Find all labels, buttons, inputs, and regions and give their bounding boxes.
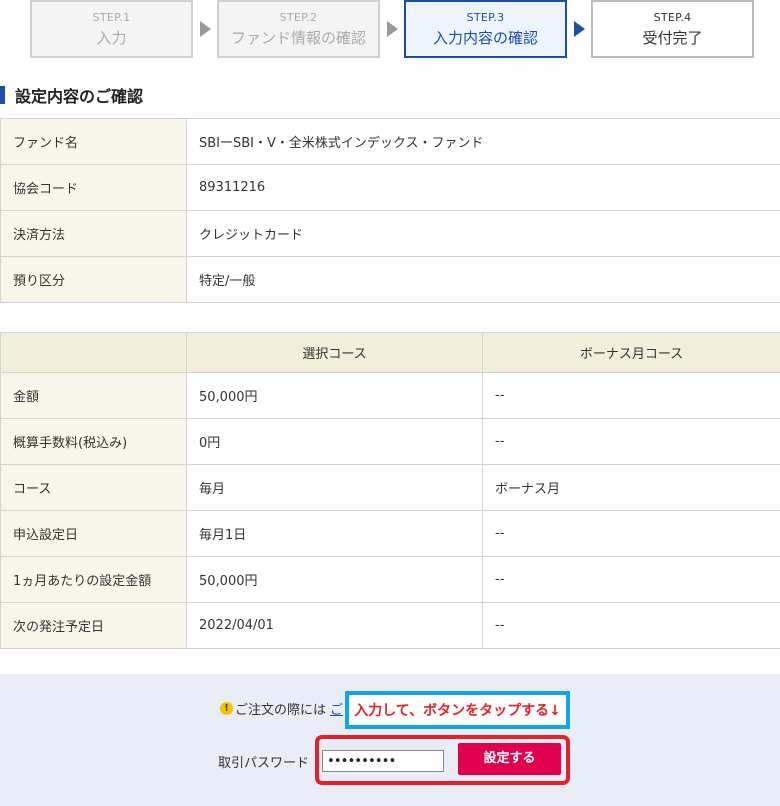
table-header-row: 選択コース ボーナス月コース [0,332,780,373]
row-selected-value: 50,000円 [186,372,483,419]
course-table: 選択コース ボーナス月コース 金額 50,000円 -- 概算手数料(税込み) … [0,332,780,649]
table-row: 預り区分 特定/一般 [0,256,780,303]
payment-method-label: 決済方法 [0,210,187,257]
table-row: 協会コード 89311216 [0,164,780,211]
step-arrow-icon [387,21,398,37]
table-row: 次の発注予定日 2022/04/01 -- [0,602,780,649]
step-3-label: 入力内容の確認 [432,29,538,47]
step-1-number: STEP.1 [92,11,131,24]
row-bonus-value: -- [482,510,780,557]
table-row: ファンド名 SBIーSBI・V・全米株式インデックス・ファンド [0,118,780,165]
order-notice: ! ご注文の際には ご [220,699,343,718]
row-label: 金額 [0,372,187,419]
instruction-callout: 入力して、ボタンをタップする↓ [345,691,570,729]
fund-name-value: SBIーSBI・V・全米株式インデックス・ファンド [186,118,780,165]
table-row: コース 毎月 ボーナス月 [0,464,780,511]
step-4: STEP.4 受付完了 [591,0,754,58]
table-row: 1ヵ月あたりの設定金額 50,000円 -- [0,556,780,603]
notice-link[interactable]: ご [330,699,343,718]
order-form-area: ! ご注文の際には ご 入力して、ボタンをタップする↓ 取引パスワード 設定する [0,674,780,806]
notice-text: ご注文の際には [235,703,327,718]
header-bonus-course: ボーナス月コース [482,332,780,373]
step-indicator: STEP.1 入力 STEP.2 ファンド情報の確認 STEP.3 入力内容の確… [30,0,780,58]
row-selected-value: 0円 [186,418,483,465]
fund-info-table: ファンド名 SBIーSBI・V・全米株式インデックス・ファンド 協会コード 89… [0,118,780,303]
section-title: 設定内容のご確認 [15,87,144,106]
row-label: 概算手数料(税込み) [0,418,187,465]
password-label: 取引パスワード [218,756,310,771]
fund-name-label: ファンド名 [0,118,187,165]
step-2-number: STEP.2 [279,11,318,24]
step-3-number: STEP.3 [466,11,505,24]
custody-label: 預り区分 [0,256,187,303]
table-row: 金額 50,000円 -- [0,372,780,419]
header-selected-course: 選択コース [186,332,483,373]
section-heading: 設定内容のご確認 [0,84,143,106]
submit-button[interactable]: 設定する [458,743,561,775]
row-label: 次の発注予定日 [0,602,187,649]
step-4-number: STEP.4 [653,11,692,24]
row-selected-value: 毎月 [186,464,483,511]
step-1: STEP.1 入力 [30,0,193,58]
step-3: STEP.3 入力内容の確認 [404,0,567,58]
step-arrow-icon [574,21,585,37]
association-code-label: 協会コード [0,164,187,211]
header-empty [0,332,187,373]
row-selected-value: 50,000円 [186,556,483,603]
row-label: コース [0,464,187,511]
row-bonus-value: -- [482,556,780,603]
table-row: 申込設定日 毎月1日 -- [0,510,780,557]
row-label: 申込設定日 [0,510,187,557]
row-label: 1ヵ月あたりの設定金額 [0,556,187,603]
step-1-label: 入力 [96,29,127,47]
row-bonus-value: -- [482,602,780,649]
payment-method-value: クレジットカード [186,210,780,257]
password-input[interactable] [322,750,444,772]
warning-icon: ! [220,702,233,715]
step-arrow-icon [200,21,211,37]
row-selected-value: 毎月1日 [186,510,483,557]
custody-value: 特定/一般 [186,256,780,303]
table-row: 概算手数料(税込み) 0円 -- [0,418,780,465]
row-selected-value: 2022/04/01 [186,602,483,649]
table-row: 決済方法 クレジットカード [0,210,780,257]
step-4-label: 受付完了 [642,29,703,47]
step-2-label: ファンド情報の確認 [230,29,366,47]
row-bonus-value: -- [482,372,780,419]
association-code-value: 89311216 [186,164,780,211]
heading-bar [0,86,5,104]
row-bonus-value: ボーナス月 [482,464,780,511]
row-bonus-value: -- [482,418,780,465]
step-2: STEP.2 ファンド情報の確認 [217,0,380,58]
